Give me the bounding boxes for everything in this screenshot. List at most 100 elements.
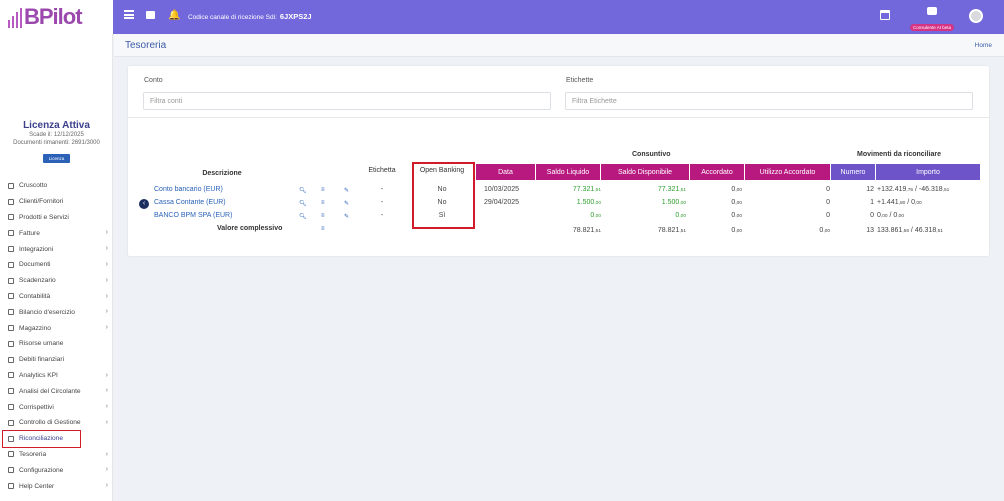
col-header-saldo-disponibile[interactable]: Saldo Disponibile: [601, 164, 689, 180]
account-link[interactable]: BANCO BPM SPA (EUR): [154, 212, 232, 219]
col-header-data[interactable]: Data: [476, 164, 535, 180]
total-importo-neg-int: 46.318: [914, 227, 937, 234]
logo-text: BPilot: [24, 4, 83, 29]
nav-item-icon: [8, 356, 14, 363]
nav-item-icon: [8, 230, 14, 237]
sidebar-item-bilancio-d-esercizio[interactable]: Bilancio d'esercizio ›: [0, 304, 113, 320]
sidebar-item-label: Integrazioni: [19, 245, 54, 253]
importo-value: 0,00 / 0,00: [877, 212, 904, 219]
total-saldo-disponibile-int: 78.821: [657, 227, 680, 234]
nav-item-icon: [8, 325, 14, 332]
consulente-ai-button[interactable]: Consulente AI beta: [906, 7, 958, 34]
sidebar-item-controllo-di-gestione[interactable]: Controllo di Gestione ›: [0, 415, 113, 431]
search-icon[interactable]: 🔍︎: [299, 213, 307, 220]
sidebar-item-magazzino[interactable]: Magazzino ›: [0, 320, 113, 336]
arrow-left-circle-icon[interactable]: ‹: [139, 199, 149, 209]
total-label: Valore complessivo: [217, 225, 283, 232]
open-banking-value: No: [437, 199, 447, 206]
sidebar-item-configurazione[interactable]: Configurazione ›: [0, 462, 113, 478]
account-link[interactable]: Cassa Contante (EUR): [154, 199, 226, 206]
saldo-disponibile-dec: ,00: [679, 201, 686, 206]
edit-icon[interactable]: ✎: [344, 187, 349, 194]
breadcrumb-home-link[interactable]: Home: [975, 42, 992, 49]
nav-item-icon: [8, 277, 14, 284]
sdi-code: Codice canale di ricezione Sdi: 6JXPS2J: [188, 12, 312, 21]
list-icon[interactable]: ≡: [321, 187, 325, 193]
list-icon[interactable]: ≡: [321, 226, 325, 232]
col-header-utilizzo-accordato[interactable]: Utilizzo Accordato: [745, 164, 830, 180]
etichette-filter-input[interactable]: Filtra Etichette: [565, 92, 973, 110]
search-icon[interactable]: 🔍︎: [299, 200, 307, 207]
col-header-saldo-liquido[interactable]: Saldo Liquido: [536, 164, 600, 180]
sidebar-item-label: Magazzino: [19, 324, 51, 332]
sidebar-item-corrispettivi[interactable]: Corrispettivi ›: [0, 399, 113, 415]
sidebar-item-scadenzario[interactable]: Scadenzario ›: [0, 273, 113, 289]
account-link[interactable]: Conto bancario (EUR): [154, 186, 223, 193]
accordato-value: 0,00: [700, 212, 742, 219]
sidebar-item-analisi-del-circolante[interactable]: Analisi del Circolante ›: [0, 383, 113, 399]
importo-neg-dec: ,51: [942, 188, 950, 193]
sidebar-item-label: Help Center: [19, 482, 55, 490]
sidebar-item-analytics-kpi[interactable]: Analytics KPI ›: [0, 368, 113, 384]
nav-item-icon: [8, 372, 14, 379]
sidebar-item-clienti-fornitori[interactable]: Clienti/Fornitori: [0, 194, 113, 210]
sidebar-item-debiti-finanziari[interactable]: Debiti finanziari: [0, 352, 113, 368]
col-header-accordato[interactable]: Accordato: [690, 164, 744, 180]
sidebar-item-riconciliazione[interactable]: Riconciliazione: [2, 429, 81, 448]
sidebar-item-label: Analytics KPI: [19, 371, 58, 379]
data-value: 10/03/2025: [484, 186, 520, 193]
user-avatar[interactable]: [969, 9, 983, 23]
sidebar-item-label: Tesoreria: [19, 450, 47, 458]
notifications-bell-icon[interactable]: 🔔: [168, 10, 180, 21]
nav-item-icon: [8, 261, 14, 268]
importo-pos-dec: ,80: [898, 201, 906, 206]
messages-icon[interactable]: [146, 11, 155, 19]
saldo-liquido-value: 77.321,51: [530, 186, 601, 193]
accordato-value: 0,00: [700, 199, 742, 206]
license-button[interactable]: Licenza: [42, 154, 71, 163]
group-header-consuntivo: Consuntivo: [632, 151, 671, 158]
chevron-right-icon: ›: [105, 260, 108, 268]
top-bar: BPilot 🔔 Codice canale di ricezione Sdi:…: [0, 0, 1004, 34]
chevron-right-icon: ›: [105, 371, 108, 379]
consulente-ai-label: Consulente AI beta: [909, 24, 955, 31]
edit-icon[interactable]: ✎: [344, 200, 349, 207]
sidebar-item-tesoreria[interactable]: Tesoreria ›: [0, 447, 113, 463]
sdi-code-value: 6JXPS2J: [279, 12, 312, 21]
importo-value: +132.419,76 / -46.318,51: [877, 186, 950, 193]
sidebar-item-help-center[interactable]: Help Center ›: [0, 478, 113, 494]
chevron-right-icon: ›: [105, 418, 108, 426]
calendar-icon[interactable]: [880, 10, 890, 20]
sidebar-item-integrazioni[interactable]: Integrazioni ›: [0, 241, 113, 257]
list-icon[interactable]: ≡: [321, 213, 325, 219]
sidebar-item-risorse-umane[interactable]: Risorse umane: [0, 336, 113, 352]
numero-value: 12: [866, 186, 874, 193]
saldo-liquido-int: 77.321: [572, 186, 595, 193]
saldo-disponibile-value: 1.500,00: [610, 199, 686, 206]
conto-filter-label: Conto: [144, 77, 163, 84]
logo[interactable]: BPilot: [0, 0, 113, 34]
sidebar-item-label: Analisi del Circolante: [19, 387, 81, 395]
sidebar-item-contabilit[interactable]: Contabilità ›: [0, 289, 113, 305]
license-title: Licenza Attiva: [23, 120, 90, 131]
list-icon[interactable]: ≡: [321, 200, 325, 206]
saldo-disponibile-value: 0,00: [610, 212, 686, 219]
etichetta-value: -: [380, 186, 384, 193]
col-header-numero[interactable]: Numero: [831, 164, 875, 180]
chevron-right-icon: ›: [105, 466, 108, 474]
conto-filter-input[interactable]: Filtra conti: [143, 92, 551, 110]
col-header-importo[interactable]: Importo: [876, 164, 980, 180]
numero-value: 0: [870, 212, 874, 219]
importo-pos-int: +132.419: [877, 186, 907, 193]
search-icon[interactable]: 🔍︎: [299, 187, 307, 194]
edit-icon[interactable]: ✎: [344, 213, 349, 220]
sidebar-item-cruscotto[interactable]: Cruscotto: [0, 178, 113, 194]
hamburger-menu-icon[interactable]: [124, 10, 134, 19]
chevron-right-icon: ›: [105, 229, 108, 237]
sidebar-item-prodotti-e-servizi[interactable]: Prodotti e Servizi: [0, 210, 113, 226]
sidebar-item-label: Clienti/Fornitori: [19, 198, 64, 206]
sidebar-item-documenti[interactable]: Documenti ›: [0, 257, 113, 273]
importo-value: +1.441,80 / 0,00: [877, 199, 922, 206]
importo-pos-int: +1.441: [877, 199, 899, 206]
sidebar-item-fatture[interactable]: Fatture ›: [0, 225, 113, 241]
